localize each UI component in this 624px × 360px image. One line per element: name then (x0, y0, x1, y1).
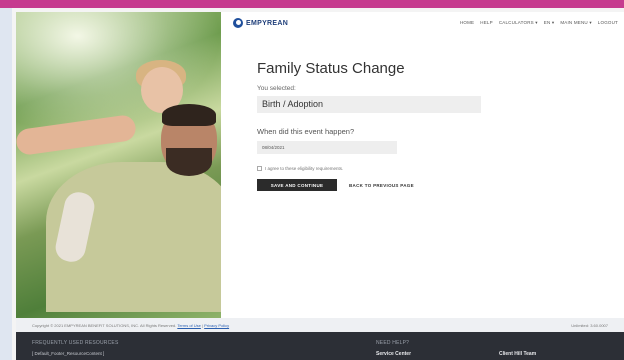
photo-father-beard (166, 148, 212, 176)
nav-help[interactable]: HELP (480, 20, 493, 26)
selected-label: You selected: (257, 85, 296, 92)
agree-label: I agree to these eligibility requirement… (265, 166, 344, 171)
logo-mark-icon (233, 18, 243, 28)
client-team-link[interactable]: Client Hill Team (499, 351, 536, 357)
photo-father-hair (162, 104, 216, 126)
nav-logout[interactable]: LOGOUT (598, 20, 618, 26)
app-frame: EMPYREAN HOME HELP CALCULATORS ▾ EN ▾ MA… (0, 0, 624, 360)
top-accent-bar (0, 0, 624, 8)
save-and-continue-button[interactable]: SAVE AND CONTINUE (257, 179, 337, 191)
help-heading: NEED HELP? (376, 340, 410, 346)
agree-checkbox[interactable] (257, 166, 262, 171)
privacy-policy-link[interactable]: Privacy Policy (204, 323, 229, 328)
terms-of-use-link[interactable]: Terms of Use (177, 323, 201, 328)
resources-heading: FREQUENTLY USED RESOURCES (32, 340, 119, 346)
event-form: Family Status Change You selected: Birth… (257, 60, 587, 191)
nav-home[interactable]: HOME (460, 20, 474, 26)
copyright-text: Copyright © 2021 EMPYREAN BENEFIT SOLUTI… (32, 323, 229, 328)
resources-item[interactable]: [ Default_Footer_ResourceContent ] (32, 351, 104, 356)
left-rail (0, 8, 12, 360)
version-text: Unlimited: 3.60.0007 (571, 322, 608, 328)
back-to-previous-page-link[interactable]: BACK TO PREVIOUS PAGE (349, 183, 414, 188)
copyright-prefix: Copyright © 2021 EMPYREAN BENEFIT SOLUTI… (32, 322, 177, 328)
agree-row: I agree to these eligibility requirement… (257, 166, 587, 171)
event-date-question: When did this event happen? (257, 127, 355, 136)
page-footer: FREQUENTLY USED RESOURCES [ Default_Foot… (16, 332, 624, 360)
event-date-input[interactable] (257, 141, 397, 154)
nav-language[interactable]: EN ▾ (544, 20, 555, 26)
copyright-separator: | (202, 322, 204, 328)
selected-event-field: Birth / Adoption (257, 96, 481, 113)
copyright-bar: Copyright © 2021 EMPYREAN BENEFIT SOLUTI… (16, 318, 624, 332)
nav-main-menu[interactable]: MAIN MENU ▾ (560, 20, 591, 26)
nav-calculators[interactable]: CALCULATORS ▾ (499, 20, 538, 26)
form-actions: SAVE AND CONTINUE BACK TO PREVIOUS PAGE (257, 179, 587, 191)
logo-text: EMPYREAN (246, 19, 289, 27)
nav-links: HOME HELP CALCULATORS ▾ EN ▾ MAIN MENU ▾… (460, 20, 618, 26)
service-center-link[interactable]: Service Center (376, 351, 411, 357)
hero-photo (16, 12, 221, 318)
empyrean-logo[interactable]: EMPYREAN (233, 18, 288, 28)
page-title: Family Status Change (257, 60, 405, 77)
top-navbar: EMPYREAN HOME HELP CALCULATORS ▾ EN ▾ MA… (221, 12, 624, 34)
main-pane: EMPYREAN HOME HELP CALCULATORS ▾ EN ▾ MA… (221, 12, 624, 318)
